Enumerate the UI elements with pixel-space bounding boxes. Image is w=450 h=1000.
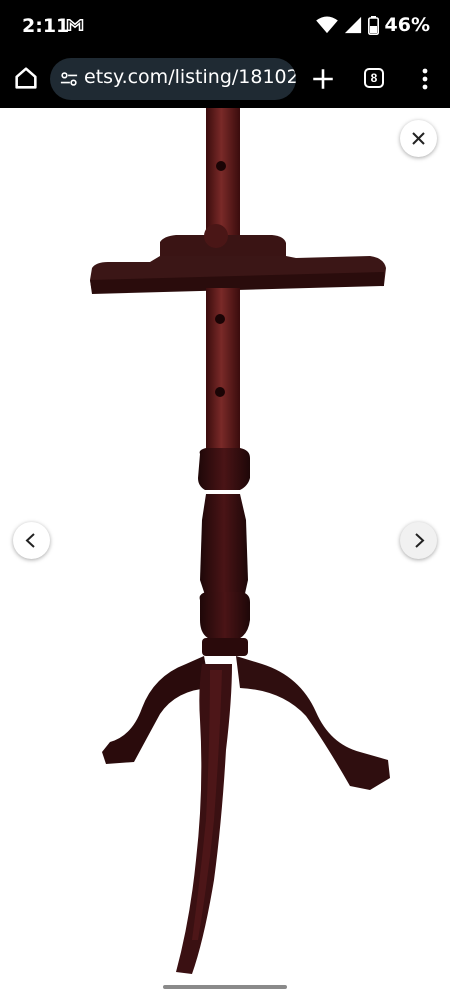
previous-image-button[interactable]: [13, 522, 50, 559]
product-photo[interactable]: [0, 108, 450, 1000]
gesture-navigation-bar[interactable]: [163, 985, 287, 989]
battery-percent: 46%: [384, 14, 430, 36]
chevron-right-icon: [415, 533, 425, 548]
status-time: 2:11: [22, 15, 70, 37]
status-bar: 2:11 46%: [0, 0, 450, 52]
battery-icon: [367, 15, 379, 35]
gmail-icon: [66, 19, 84, 31]
address-bar[interactable]: etsy.com/listing/18102: [50, 58, 296, 100]
signal-icon: [344, 16, 361, 34]
image-viewer: [0, 108, 450, 1000]
next-image-button[interactable]: [400, 522, 437, 559]
close-button[interactable]: [400, 120, 437, 157]
wifi-icon: [315, 16, 338, 34]
plus-icon[interactable]: [310, 66, 336, 92]
url-text: etsy.com/listing/18102: [84, 66, 296, 88]
tab-switcher-button[interactable]: 8: [364, 68, 384, 88]
browser-toolbar: etsy.com/listing/18102 8: [0, 52, 450, 108]
tab-count: 8: [370, 71, 378, 85]
close-icon: [412, 132, 425, 145]
more-vert-icon[interactable]: [414, 66, 436, 92]
chevron-left-icon: [25, 533, 35, 548]
tune-icon[interactable]: [60, 70, 78, 88]
status-icons: 46%: [315, 14, 430, 36]
home-icon[interactable]: [12, 64, 40, 92]
